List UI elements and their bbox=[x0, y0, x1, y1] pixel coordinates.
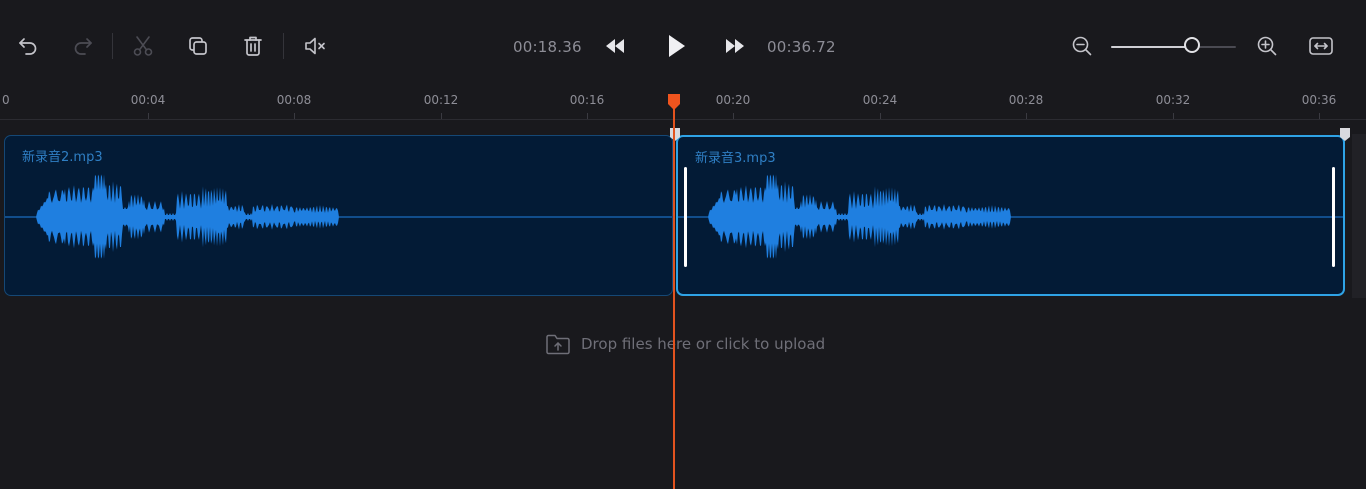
waveform bbox=[678, 174, 1343, 259]
mute-button[interactable] bbox=[300, 31, 330, 61]
folder-upload-icon bbox=[546, 334, 570, 355]
tick-mark bbox=[294, 113, 295, 119]
clip-trim-handle-right[interactable] bbox=[1332, 167, 1335, 267]
upload-dropzone[interactable]: Drop files here or click to upload bbox=[545, 332, 825, 356]
tick-mark bbox=[1026, 113, 1027, 119]
copy-icon bbox=[189, 37, 207, 55]
tick-label: 00:20 bbox=[715, 93, 751, 107]
toolbar: 00:18.36 00:36.72 bbox=[0, 0, 1366, 92]
cut-button[interactable] bbox=[128, 31, 158, 61]
play-icon bbox=[669, 35, 685, 57]
zoom-in-button[interactable] bbox=[1252, 31, 1282, 61]
clip-end-marker[interactable] bbox=[1339, 126, 1351, 142]
tick-mark bbox=[441, 113, 442, 119]
time-ruler[interactable]: 0 00:04 00:08 00:12 00:16 00:20 00:24 00… bbox=[0, 92, 1366, 120]
tick-label: 00:24 bbox=[862, 93, 898, 107]
tick-label: 00:12 bbox=[423, 93, 459, 107]
fast-forward-button[interactable] bbox=[720, 31, 750, 61]
zoom-slider[interactable] bbox=[1111, 45, 1236, 48]
fast-forward-icon bbox=[726, 39, 744, 53]
delete-button[interactable] bbox=[238, 31, 268, 61]
redo-button[interactable] bbox=[68, 31, 98, 61]
tick-label: 00:28 bbox=[1008, 93, 1044, 107]
speaker-mute-icon bbox=[305, 37, 325, 55]
clip-boundary-marker[interactable] bbox=[669, 126, 681, 142]
audio-clip-selected[interactable]: 新录音3.mp3 bbox=[676, 135, 1345, 296]
rewind-icon bbox=[606, 39, 624, 53]
tick-mark bbox=[1319, 113, 1320, 119]
total-time: 00:36.72 bbox=[767, 38, 836, 56]
tick-label: 00:04 bbox=[130, 93, 166, 107]
redo-icon bbox=[74, 38, 92, 55]
duplicate-button[interactable] bbox=[183, 31, 213, 61]
waveform bbox=[5, 174, 672, 259]
clip-name: 新录音3.mp3 bbox=[695, 151, 776, 166]
play-button[interactable] bbox=[661, 31, 691, 61]
zoom-out-icon bbox=[1072, 36, 1092, 56]
upload-text: Drop files here or click to upload bbox=[581, 335, 826, 353]
zoom-slider-fill bbox=[1111, 45, 1193, 48]
tick-label: 00:16 bbox=[569, 93, 605, 107]
tick-mark bbox=[880, 113, 881, 119]
undo-icon bbox=[19, 38, 37, 55]
undo-button[interactable] bbox=[13, 31, 43, 61]
current-time: 00:18.36 bbox=[513, 38, 582, 56]
tick-mark bbox=[148, 113, 149, 119]
rewind-button[interactable] bbox=[600, 31, 630, 61]
tick-label: 00:32 bbox=[1155, 93, 1191, 107]
tick-label: 00:08 bbox=[276, 93, 312, 107]
vertical-scrollbar[interactable] bbox=[1352, 134, 1366, 298]
playhead-handle[interactable] bbox=[667, 93, 681, 111]
tick-label: 0 bbox=[2, 93, 10, 107]
tick-label: 00:36 bbox=[1301, 93, 1337, 107]
audio-track: 新录音2.mp3 新录音3.mp3 bbox=[0, 128, 1366, 298]
fit-width-button[interactable] bbox=[1306, 31, 1336, 61]
zoom-out-button[interactable] bbox=[1067, 31, 1097, 61]
toolbar-separator bbox=[112, 33, 113, 59]
clip-trim-handle-left[interactable] bbox=[684, 167, 687, 267]
zoom-slider-thumb[interactable] bbox=[1184, 37, 1201, 53]
playhead-line bbox=[673, 104, 675, 489]
scissors-icon bbox=[133, 36, 153, 56]
tick-mark bbox=[733, 113, 734, 119]
clip-name: 新录音2.mp3 bbox=[22, 150, 103, 165]
fit-width-icon bbox=[1309, 37, 1333, 55]
tick-mark bbox=[1173, 113, 1174, 119]
trash-icon bbox=[244, 36, 262, 56]
toolbar-separator bbox=[283, 33, 284, 59]
zoom-in-icon bbox=[1257, 36, 1277, 56]
audio-clip[interactable]: 新录音2.mp3 bbox=[4, 135, 673, 296]
tick-mark bbox=[587, 113, 588, 119]
